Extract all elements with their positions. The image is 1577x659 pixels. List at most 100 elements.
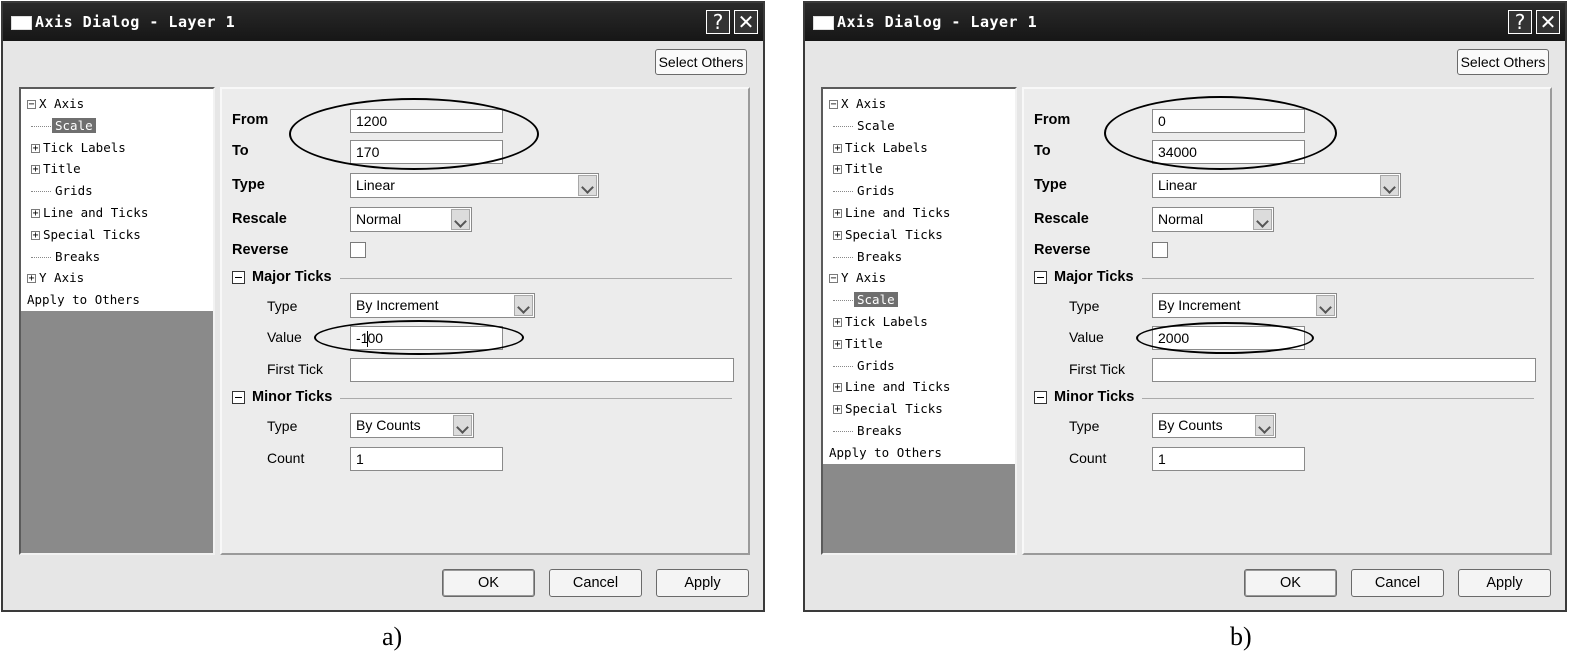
tree-item[interactable]: + Y Axis — [21, 267, 213, 289]
tree-item[interactable]: Grids — [21, 180, 213, 202]
rescale-dropdown[interactable]: Normal — [350, 207, 472, 232]
expand-icon[interactable]: + — [31, 230, 40, 240]
tree-item-label: Y Axis — [841, 270, 887, 286]
to-input[interactable]: 34000 — [1152, 140, 1305, 164]
to-input[interactable]: 170 — [350, 140, 503, 164]
tree-item[interactable]: + Special Ticks — [21, 224, 213, 246]
rescale-dropdown[interactable]: Normal — [1152, 207, 1274, 232]
tree-item[interactable]: + Line and Ticks — [823, 376, 1015, 398]
help-icon[interactable]: ? — [1508, 10, 1532, 34]
from-input[interactable]: 0 — [1152, 109, 1305, 133]
chevron-down-icon[interactable] — [578, 175, 597, 196]
cancel-button[interactable]: Cancel — [1351, 569, 1444, 597]
tree-item[interactable]: Breaks — [823, 420, 1015, 442]
expand-icon[interactable]: + — [833, 208, 842, 218]
first-tick-input[interactable] — [1152, 358, 1536, 382]
expand-icon[interactable]: + — [833, 317, 842, 327]
collapse-icon[interactable] — [232, 391, 245, 404]
tree-item[interactable]: Apply to Others — [823, 442, 1015, 464]
chevron-down-icon[interactable] — [514, 295, 533, 316]
first-tick-input[interactable] — [350, 358, 734, 382]
scale-type-dropdown[interactable]: Linear — [1152, 173, 1401, 198]
tree-item[interactable]: + Tick Labels — [823, 137, 1015, 159]
tree-item[interactable]: Breaks — [21, 246, 213, 268]
axis-dialog-a: Axis Dialog - Layer 1 ? ✕ Select Others … — [1, 1, 765, 612]
tree-item[interactable]: Scale — [823, 289, 1015, 311]
collapse-icon[interactable]: − — [829, 100, 838, 110]
minor-ticks-section[interactable]: Minor Ticks — [1034, 389, 1534, 409]
tree-item[interactable]: + Title — [823, 333, 1015, 355]
chevron-down-icon[interactable] — [453, 415, 472, 436]
chevron-down-icon[interactable] — [451, 209, 470, 230]
from-input[interactable]: 1200 — [350, 109, 503, 133]
tree-item[interactable]: Grids — [823, 355, 1015, 377]
select-others-button[interactable]: Select Others — [655, 49, 747, 75]
to-label: To — [1034, 143, 1051, 159]
tree-item[interactable]: − X Axis — [823, 93, 1015, 115]
tree-item[interactable]: Scale — [823, 115, 1015, 137]
tree-item[interactable]: + Special Ticks — [823, 398, 1015, 420]
ok-button[interactable]: OK — [442, 569, 535, 597]
tree-item[interactable]: − X Axis — [21, 93, 213, 115]
major-ticks-section[interactable]: Major Ticks — [232, 269, 732, 289]
minor-ticks-section[interactable]: Minor Ticks — [232, 389, 732, 409]
tree-item[interactable]: Scale — [21, 115, 213, 137]
chevron-down-icon[interactable] — [1255, 415, 1274, 436]
collapse-icon[interactable] — [1034, 271, 1047, 284]
tree-item-label: Tick Labels — [43, 139, 126, 155]
major-ticks-section[interactable]: Major Ticks — [1034, 269, 1534, 289]
expand-icon[interactable]: + — [833, 339, 842, 349]
close-icon[interactable]: ✕ — [734, 10, 758, 34]
expand-icon[interactable]: + — [833, 165, 842, 175]
increment-value-input[interactable]: 2000 — [1152, 326, 1305, 350]
minor-type-dropdown[interactable]: By Counts — [350, 413, 474, 438]
count-input[interactable]: 1 — [1152, 447, 1305, 471]
scale-type-dropdown[interactable]: Linear — [350, 173, 599, 198]
tree-item[interactable]: + Title — [823, 158, 1015, 180]
tree-item[interactable]: + Line and Ticks — [21, 202, 213, 224]
expand-icon[interactable]: + — [31, 143, 40, 153]
major-type-dropdown[interactable]: By Increment — [350, 293, 535, 318]
tree-item[interactable]: Grids — [823, 180, 1015, 202]
minor-ticks-label: Minor Ticks — [1054, 389, 1135, 405]
expand-icon[interactable]: + — [833, 230, 842, 240]
minor-type-dropdown[interactable]: By Counts — [1152, 413, 1276, 438]
tree-item[interactable]: Apply to Others — [21, 289, 213, 311]
cancel-button[interactable]: Cancel — [549, 569, 642, 597]
chevron-down-icon[interactable] — [1380, 175, 1399, 196]
expand-icon[interactable]: + — [833, 143, 842, 153]
expand-icon[interactable]: + — [833, 383, 842, 393]
apply-button[interactable]: Apply — [656, 569, 749, 597]
from-label: From — [232, 112, 269, 128]
reverse-checkbox[interactable] — [1152, 242, 1168, 258]
apply-button[interactable]: Apply — [1458, 569, 1551, 597]
tree-item[interactable]: + Title — [21, 158, 213, 180]
expand-icon[interactable]: + — [27, 274, 36, 284]
close-icon[interactable]: ✕ — [1536, 10, 1560, 34]
tree-item[interactable]: − Y Axis — [823, 267, 1015, 289]
ok-button[interactable]: OK — [1244, 569, 1337, 597]
collapse-icon[interactable] — [232, 271, 245, 284]
tree-item[interactable]: Breaks — [823, 246, 1015, 268]
reverse-checkbox[interactable] — [350, 242, 366, 258]
tree-item[interactable]: + Special Ticks — [823, 224, 1015, 246]
collapse-icon[interactable]: − — [27, 100, 36, 110]
chevron-down-icon[interactable] — [1253, 209, 1272, 230]
select-others-button[interactable]: Select Others — [1457, 49, 1549, 75]
tree-item[interactable]: + Tick Labels — [823, 311, 1015, 333]
axis-dialog-b: Axis Dialog - Layer 1 ? ✕ Select Others … — [803, 1, 1567, 612]
increment-value-input[interactable]: -100 — [350, 326, 503, 350]
tree-item[interactable]: + Tick Labels — [21, 137, 213, 159]
chevron-down-icon[interactable] — [1316, 295, 1335, 316]
major-type-dropdown[interactable]: By Increment — [1152, 293, 1337, 318]
tree-item[interactable]: + Line and Ticks — [823, 202, 1015, 224]
expand-icon[interactable]: + — [833, 405, 842, 415]
collapse-icon[interactable]: − — [829, 274, 838, 284]
collapse-icon[interactable] — [1034, 391, 1047, 404]
minor-type-value: By Counts — [1158, 417, 1223, 433]
help-icon[interactable]: ? — [706, 10, 730, 34]
tree-connector — [833, 300, 853, 302]
expand-icon[interactable]: + — [31, 165, 40, 175]
count-input[interactable]: 1 — [350, 447, 503, 471]
expand-icon[interactable]: + — [31, 208, 40, 218]
